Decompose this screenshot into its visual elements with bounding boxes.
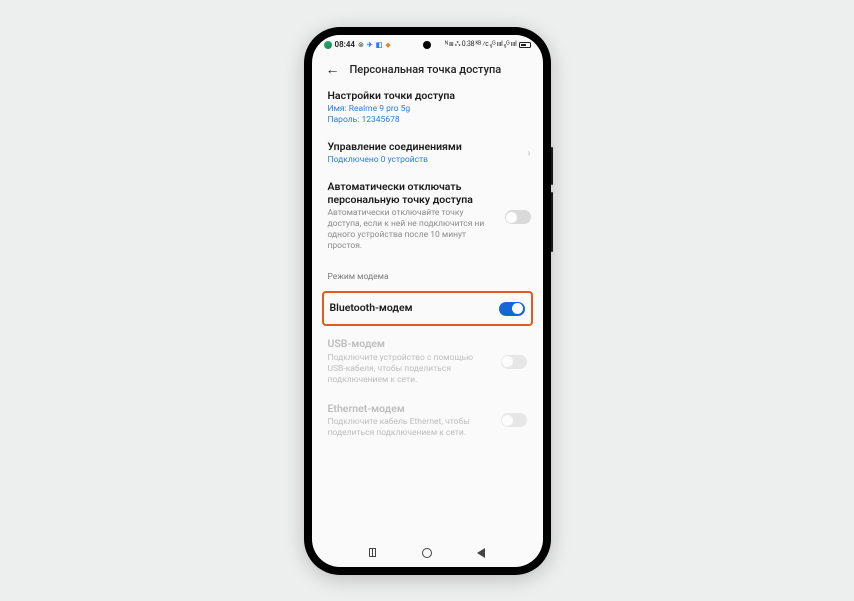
vk-icon: ◧ [376,41,383,49]
camera-hole [423,41,431,49]
chevron-right-icon: › [527,148,530,159]
page-header: ← Персональная точка доступа [312,55,543,83]
auto-off-title: Автоматически отключать персональную точ… [328,180,499,206]
page-title: Персональная точка доступа [350,63,502,76]
battery-icon [519,42,531,48]
app-icon: ◆ [385,41,390,49]
ethernet-modem-desc: Подключите кабель Ethernet, чтобы подели… [328,417,493,439]
hotspot-settings-item[interactable]: Настройки точки доступа Имя: Realme 9 pr… [324,83,531,134]
manage-connections-item[interactable]: Управление соединениями Подключено 0 уст… [324,134,531,174]
hotspot-password: Пароль: 12345678 [328,115,527,126]
status-dot-icon [324,41,332,49]
auto-off-item[interactable]: Автоматически отключать персональную точ… [324,174,531,260]
settings-content: Настройки точки доступа Имя: Realme 9 pr… [312,83,543,539]
ethernet-modem-toggle [501,413,527,427]
nav-recents-button[interactable] [364,544,382,562]
bluetooth-modem-toggle[interactable] [499,302,525,316]
status-right-text: ᴺ ⧈ ⁂ 0.38 ᴷᴮ ⁄ᴄ ₅ᴳ ıııl ₅ᴳ ıııl [445,40,516,49]
nav-bar [312,539,543,567]
ethernet-modem-title: Ethernet-модем [328,402,493,415]
back-arrow-icon[interactable]: ← [326,63,340,77]
manage-connections-title: Управление соединениями [328,140,527,153]
auto-off-desc: Автоматически отключайте точку доступа, … [328,208,499,252]
nav-home-button[interactable] [418,544,436,562]
modem-section-label: Режим модема [324,260,531,288]
telegram-icon: ✈ [367,41,373,49]
usb-modem-toggle [501,355,527,369]
bluetooth-modem-highlight: Bluetooth-модем [322,291,533,326]
ethernet-modem-item: Ethernet-модем Подключите кабель Etherne… [324,394,531,447]
screen: 08:44 ⊚ ✈ ◧ ◆ ᴺ ⧈ ⁂ 0.38 ᴷᴮ ⁄ᴄ ₅ᴳ ıııl ₅… [312,35,543,567]
usb-modem-title: USB-модем [328,337,493,350]
bluetooth-modem-title: Bluetooth-модем [330,301,491,314]
whatsapp-icon: ⊚ [358,41,364,49]
bluetooth-modem-item[interactable]: Bluetooth-модем [326,293,529,324]
manage-connections-subtitle: Подключено 0 устройств [328,155,527,166]
usb-modem-item: USB-модем Подключите устройство с помощь… [324,329,531,393]
phone-frame: 08:44 ⊚ ✈ ◧ ◆ ᴺ ⧈ ⁂ 0.38 ᴷᴮ ⁄ᴄ ₅ᴳ ıııl ₅… [304,27,551,575]
nav-back-button[interactable] [472,544,490,562]
hotspot-name: Имя: Realme 9 pro 5g [328,104,527,115]
hotspot-settings-title: Настройки точки доступа [328,89,527,102]
auto-off-toggle[interactable] [505,210,531,224]
status-time: 08:44 [335,40,355,49]
usb-modem-desc: Подключите устройство с помощью USB-кабе… [328,353,493,386]
